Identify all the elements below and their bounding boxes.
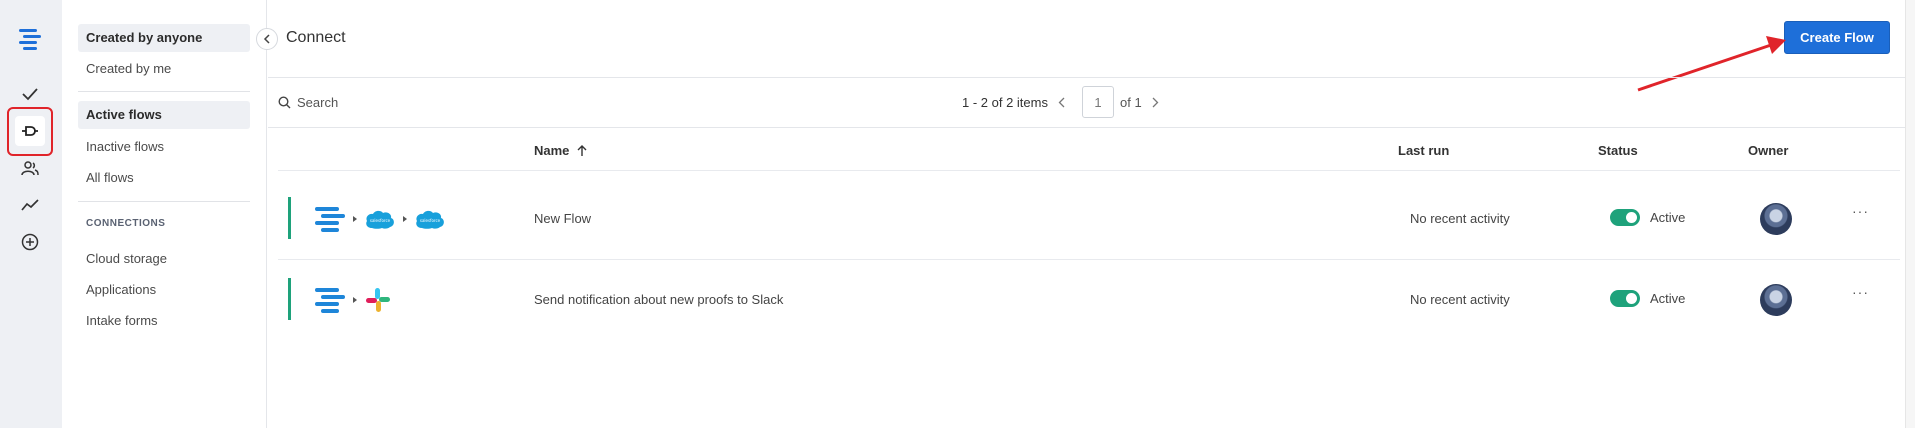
next-page-button[interactable] [1142,97,1170,108]
flow-name[interactable]: Send notification about new proofs to Sl… [534,292,783,307]
status-cell: Active [1610,290,1685,307]
pagination: 1 - 2 of 2 items 1 of 1 [962,86,1170,118]
divider [78,201,250,202]
filter-panel: Created by anyone Created by me Active f… [62,0,267,428]
column-header-owner[interactable]: Owner [1748,143,1788,158]
page-total: of 1 [1119,94,1142,110]
chevron-left-icon [1059,97,1065,107]
filter-active-flows[interactable]: Active flows [78,101,250,129]
prev-page-button[interactable] [1048,97,1076,108]
status-cell: Active [1610,209,1685,226]
create-flow-button[interactable]: Create Flow [1784,21,1890,54]
connections-section-label: CONNECTIONS [86,218,166,229]
table-row[interactable]: Send notification about new proofs to Sl… [280,260,1900,340]
connection-applications[interactable]: Applications [78,276,250,304]
people-icon[interactable] [15,153,45,183]
filter-created-by-me[interactable]: Created by me [78,55,250,83]
column-header-last-run[interactable]: Last run [1398,143,1449,158]
salesforce-cloud-icon: salesforce [366,210,394,229]
column-name-label: Name [534,143,570,158]
search-input[interactable]: Search [278,92,338,112]
toolbar-top-border [268,77,1915,78]
page-number-input[interactable]: 1 [1081,86,1114,118]
active-indicator-bar [288,197,291,239]
sort-ascending-icon [577,144,587,156]
filter-inactive-flows[interactable]: Inactive flows [78,133,250,161]
ziflow-logo-icon [315,288,345,313]
svg-text:salesforce: salesforce [420,218,441,223]
page-scrollbar[interactable] [1905,0,1915,428]
svg-text:salesforce: salesforce [370,218,391,223]
status-label: Active [1650,291,1686,306]
status-toggle[interactable] [1610,290,1640,307]
menu-logo-icon[interactable] [15,24,45,54]
owner-avatar [1760,203,1792,235]
slack-logo-icon [366,288,390,312]
chain-arrow-icon [353,297,357,303]
active-indicator-bar [288,278,291,320]
chain-arrow-icon [403,216,407,222]
filter-all-flows[interactable]: All flows [78,164,250,192]
connection-cloud-storage[interactable]: Cloud storage [78,245,250,273]
more-options-icon[interactable]: ··· [1852,203,1869,219]
table-row[interactable]: salesforce salesforce New Flow No recent… [280,179,1900,259]
owner-avatar [1760,284,1792,316]
status-toggle[interactable] [1610,209,1640,226]
main-content: Connect Create Flow Search 1 - 2 of 2 it… [268,0,1915,428]
header-divider [278,170,1900,171]
chevron-right-icon [1152,97,1159,107]
item-count: 1 - 2 of 2 items [962,94,1048,110]
icon-rail [0,0,62,428]
status-label: Active [1650,210,1686,225]
flow-app-chain: salesforce salesforce [314,203,446,235]
app-window: Created by anyone Created by me Active f… [0,0,1915,428]
salesforce-cloud-icon: salesforce [416,210,444,229]
connection-intake-forms[interactable]: Intake forms [78,307,250,335]
divider [78,91,250,92]
trend-chart-icon[interactable] [15,190,45,220]
last-run-text: No recent activity [1410,211,1510,226]
ziflow-logo-icon [315,207,345,232]
column-header-status[interactable]: Status [1598,143,1638,158]
last-run-text: No recent activity [1410,292,1510,307]
column-header-name[interactable]: Name [534,143,587,158]
more-options-icon[interactable]: ··· [1852,284,1869,300]
search-placeholder: Search [297,94,339,110]
nav-highlight-box [7,107,53,156]
table-top-border [268,127,1915,128]
search-icon [278,95,291,108]
annotation-arrow [1637,36,1786,92]
check-icon[interactable] [15,79,45,109]
flow-app-chain [314,284,392,316]
chain-arrow-icon [353,216,357,222]
plus-circle-icon[interactable] [15,227,45,257]
page-title: Connect [286,29,346,46]
filter-created-by-anyone[interactable]: Created by anyone [78,24,250,52]
flow-name[interactable]: New Flow [534,211,591,226]
